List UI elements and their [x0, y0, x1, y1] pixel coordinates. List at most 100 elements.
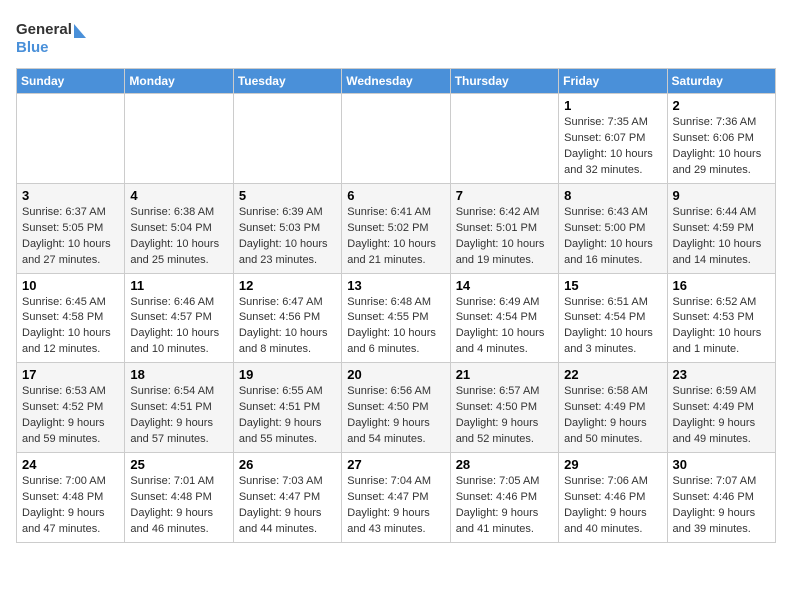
day-number: 17	[22, 367, 119, 382]
calendar-week-row: 17 Sunrise: 6:53 AM Sunset: 4:52 PM Dayli…	[17, 363, 776, 453]
day-info: Sunrise: 7:01 AM Sunset: 4:48 PM Dayligh…	[130, 474, 227, 538]
day-info: Sunrise: 6:38 AM Sunset: 5:04 PM Dayligh…	[130, 205, 227, 269]
day-number: 30	[673, 457, 770, 472]
day-number: 28	[456, 457, 553, 472]
day-number: 27	[347, 457, 444, 472]
weekday-header: Friday	[559, 69, 667, 94]
day-number: 14	[456, 278, 553, 293]
day-number: 2	[673, 98, 770, 113]
calendar-header-row: SundayMondayTuesdayWednesdayThursdayFrid…	[17, 69, 776, 94]
weekday-header: Thursday	[450, 69, 558, 94]
day-number: 10	[22, 278, 119, 293]
day-info: Sunrise: 6:47 AM Sunset: 4:56 PM Dayligh…	[239, 295, 336, 359]
calendar-day-cell: 15 Sunrise: 6:51 AM Sunset: 4:54 PM Dayli…	[559, 273, 667, 363]
day-info: Sunrise: 6:57 AM Sunset: 4:50 PM Dayligh…	[456, 384, 553, 448]
calendar-day-cell: 18 Sunrise: 6:54 AM Sunset: 4:51 PM Dayli…	[125, 363, 233, 453]
day-number: 26	[239, 457, 336, 472]
day-info: Sunrise: 6:37 AM Sunset: 5:05 PM Dayligh…	[22, 205, 119, 269]
calendar-day-cell: 7 Sunrise: 6:42 AM Sunset: 5:01 PM Daylig…	[450, 183, 558, 273]
calendar-day-cell: 10 Sunrise: 6:45 AM Sunset: 4:58 PM Dayli…	[17, 273, 125, 363]
calendar-day-cell	[342, 94, 450, 184]
day-number: 1	[564, 98, 661, 113]
day-info: Sunrise: 6:53 AM Sunset: 4:52 PM Dayligh…	[22, 384, 119, 448]
day-info: Sunrise: 6:54 AM Sunset: 4:51 PM Dayligh…	[130, 384, 227, 448]
day-number: 20	[347, 367, 444, 382]
day-info: Sunrise: 6:44 AM Sunset: 4:59 PM Dayligh…	[673, 205, 770, 269]
svg-text:General: General	[16, 21, 72, 38]
calendar-day-cell: 6 Sunrise: 6:41 AM Sunset: 5:02 PM Daylig…	[342, 183, 450, 273]
svg-text:Blue: Blue	[16, 39, 49, 56]
day-info: Sunrise: 6:51 AM Sunset: 4:54 PM Dayligh…	[564, 295, 661, 359]
day-number: 6	[347, 188, 444, 203]
day-info: Sunrise: 6:39 AM Sunset: 5:03 PM Dayligh…	[239, 205, 336, 269]
day-number: 16	[673, 278, 770, 293]
day-info: Sunrise: 6:49 AM Sunset: 4:54 PM Dayligh…	[456, 295, 553, 359]
day-info: Sunrise: 7:35 AM Sunset: 6:07 PM Dayligh…	[564, 115, 661, 179]
day-info: Sunrise: 7:36 AM Sunset: 6:06 PM Dayligh…	[673, 115, 770, 179]
weekday-header: Monday	[125, 69, 233, 94]
calendar-day-cell: 17 Sunrise: 6:53 AM Sunset: 4:52 PM Dayli…	[17, 363, 125, 453]
calendar-day-cell: 1 Sunrise: 7:35 AM Sunset: 6:07 PM Daylig…	[559, 94, 667, 184]
day-number: 15	[564, 278, 661, 293]
calendar-day-cell: 11 Sunrise: 6:46 AM Sunset: 4:57 PM Dayli…	[125, 273, 233, 363]
calendar-day-cell: 24 Sunrise: 7:00 AM Sunset: 4:48 PM Dayli…	[17, 453, 125, 543]
calendar-week-row: 10 Sunrise: 6:45 AM Sunset: 4:58 PM Dayli…	[17, 273, 776, 363]
calendar-day-cell: 30 Sunrise: 7:07 AM Sunset: 4:46 PM Dayli…	[667, 453, 775, 543]
calendar-day-cell	[233, 94, 341, 184]
calendar-week-row: 3 Sunrise: 6:37 AM Sunset: 5:05 PM Daylig…	[17, 183, 776, 273]
calendar-day-cell	[17, 94, 125, 184]
day-number: 25	[130, 457, 227, 472]
day-info: Sunrise: 6:41 AM Sunset: 5:02 PM Dayligh…	[347, 205, 444, 269]
day-number: 3	[22, 188, 119, 203]
calendar-day-cell: 22 Sunrise: 6:58 AM Sunset: 4:49 PM Dayli…	[559, 363, 667, 453]
day-info: Sunrise: 7:00 AM Sunset: 4:48 PM Dayligh…	[22, 474, 119, 538]
day-info: Sunrise: 6:56 AM Sunset: 4:50 PM Dayligh…	[347, 384, 444, 448]
day-info: Sunrise: 6:58 AM Sunset: 4:49 PM Dayligh…	[564, 384, 661, 448]
weekday-header: Sunday	[17, 69, 125, 94]
calendar-day-cell: 29Sunrise: 7:06 AM Sunset: 4:46 PM Dayli…	[559, 453, 667, 543]
page-header: GeneralBlue	[16, 16, 776, 56]
calendar-table: SundayMondayTuesdayWednesdayThursdayFrid…	[16, 68, 776, 543]
calendar-day-cell: 16 Sunrise: 6:52 AM Sunset: 4:53 PM Dayli…	[667, 273, 775, 363]
day-number: 29	[564, 457, 661, 472]
day-number: 5	[239, 188, 336, 203]
calendar-day-cell	[450, 94, 558, 184]
day-info: Sunrise: 6:45 AM Sunset: 4:58 PM Dayligh…	[22, 295, 119, 359]
day-number: 7	[456, 188, 553, 203]
calendar-day-cell: 3 Sunrise: 6:37 AM Sunset: 5:05 PM Daylig…	[17, 183, 125, 273]
day-info: Sunrise: 7:07 AM Sunset: 4:46 PM Dayligh…	[673, 474, 770, 538]
calendar-day-cell: 21 Sunrise: 6:57 AM Sunset: 4:50 PM Dayli…	[450, 363, 558, 453]
calendar-day-cell: 13 Sunrise: 6:48 AM Sunset: 4:55 PM Dayli…	[342, 273, 450, 363]
day-info: Sunrise: 6:43 AM Sunset: 5:00 PM Dayligh…	[564, 205, 661, 269]
logo: GeneralBlue	[16, 16, 96, 56]
day-info: Sunrise: 6:46 AM Sunset: 4:57 PM Dayligh…	[130, 295, 227, 359]
weekday-header: Tuesday	[233, 69, 341, 94]
calendar-week-row: 1 Sunrise: 7:35 AM Sunset: 6:07 PM Daylig…	[17, 94, 776, 184]
day-info: Sunrise: 6:48 AM Sunset: 4:55 PM Dayligh…	[347, 295, 444, 359]
calendar-week-row: 24 Sunrise: 7:00 AM Sunset: 4:48 PM Dayli…	[17, 453, 776, 543]
day-info: Sunrise: 6:42 AM Sunset: 5:01 PM Dayligh…	[456, 205, 553, 269]
day-number: 22	[564, 367, 661, 382]
calendar-day-cell: 19Sunrise: 6:55 AM Sunset: 4:51 PM Dayli…	[233, 363, 341, 453]
logo-icon: GeneralBlue	[16, 16, 96, 56]
calendar-day-cell: 26 Sunrise: 7:03 AM Sunset: 4:47 PM Dayli…	[233, 453, 341, 543]
day-number: 8	[564, 188, 661, 203]
calendar-day-cell: 4Sunrise: 6:38 AM Sunset: 5:04 PM Daylig…	[125, 183, 233, 273]
day-info: Sunrise: 6:52 AM Sunset: 4:53 PM Dayligh…	[673, 295, 770, 359]
day-info: Sunrise: 7:04 AM Sunset: 4:47 PM Dayligh…	[347, 474, 444, 538]
calendar-day-cell: 23Sunrise: 6:59 AM Sunset: 4:49 PM Dayli…	[667, 363, 775, 453]
weekday-header: Wednesday	[342, 69, 450, 94]
day-number: 18	[130, 367, 227, 382]
day-number: 24	[22, 457, 119, 472]
day-number: 21	[456, 367, 553, 382]
calendar-day-cell: 5 Sunrise: 6:39 AM Sunset: 5:03 PM Daylig…	[233, 183, 341, 273]
day-number: 9	[673, 188, 770, 203]
calendar-day-cell: 25 Sunrise: 7:01 AM Sunset: 4:48 PM Dayli…	[125, 453, 233, 543]
day-number: 13	[347, 278, 444, 293]
day-number: 11	[130, 278, 227, 293]
day-info: Sunrise: 7:05 AM Sunset: 4:46 PM Dayligh…	[456, 474, 553, 538]
day-number: 23	[673, 367, 770, 382]
day-info: Sunrise: 7:03 AM Sunset: 4:47 PM Dayligh…	[239, 474, 336, 538]
calendar-day-cell: 2 Sunrise: 7:36 AM Sunset: 6:06 PM Daylig…	[667, 94, 775, 184]
calendar-day-cell: 14 Sunrise: 6:49 AM Sunset: 4:54 PM Dayli…	[450, 273, 558, 363]
